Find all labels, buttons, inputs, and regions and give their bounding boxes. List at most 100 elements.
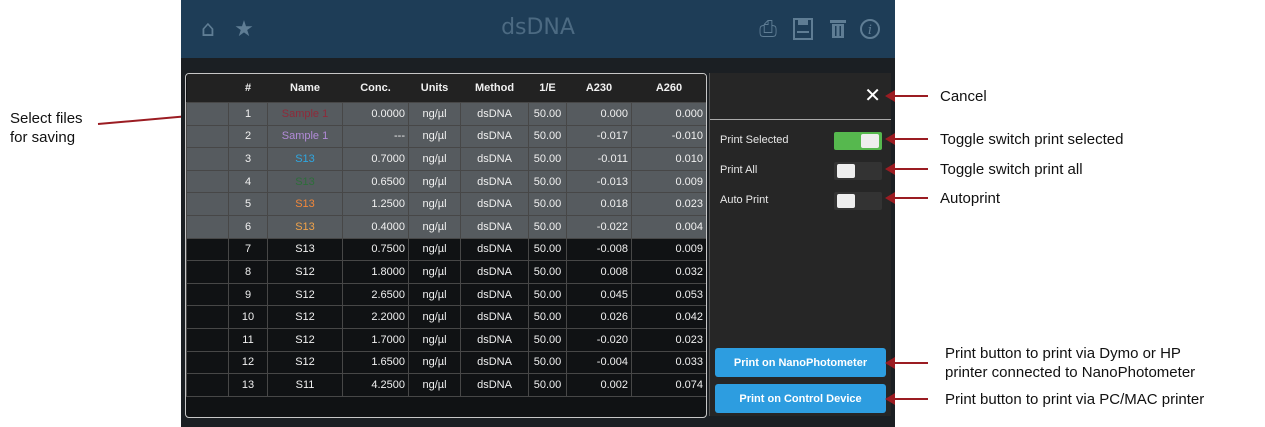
- cell-name: S12: [267, 350, 343, 375]
- cell-method: dsDNA: [460, 192, 529, 216]
- cell-a260: 0.010: [631, 147, 706, 171]
- save-icon[interactable]: [786, 12, 820, 46]
- print-selected-toggle[interactable]: [834, 132, 882, 150]
- arrow-cancel: [885, 90, 895, 102]
- table-row[interactable]: 12 S12 1.6500 ng/µl dsDNA 50.00 -0.004 0.033: [186, 350, 706, 375]
- row-select-cell[interactable]: [186, 350, 229, 375]
- print-icon[interactable]: ⎙: [751, 12, 785, 46]
- cell-inv_e: 50.00: [528, 237, 567, 262]
- cell-a260: -0.010: [631, 124, 706, 149]
- cell-a230: 0.002: [566, 373, 632, 397]
- cell-conc: 1.8000: [342, 260, 409, 284]
- cell-name: S12: [267, 260, 343, 284]
- cell-name: Sample 1: [267, 102, 343, 126]
- print-all-toggle[interactable]: [834, 162, 882, 180]
- row-select-cell[interactable]: [186, 327, 229, 352]
- cell-units: ng/µl: [408, 169, 461, 194]
- annotation-print-pc: Print button to print via PC/MAC printer: [945, 391, 1205, 408]
- cell-units: ng/µl: [408, 237, 461, 262]
- cell-conc: 0.7500: [342, 237, 409, 262]
- cell-num: 2: [228, 124, 268, 149]
- auto-print-toggle[interactable]: [834, 192, 882, 210]
- cell-name: S13: [267, 147, 343, 171]
- cell-num: 9: [228, 282, 268, 307]
- annotation-toggle-print-selected: Toggle switch print selected: [940, 131, 1124, 148]
- table-row[interactable]: 8 S12 1.8000 ng/µl dsDNA 50.00 0.008 0.032: [186, 260, 706, 284]
- row-select-cell[interactable]: [186, 102, 229, 126]
- print-on-nanophotometer-button[interactable]: Print on NanoPhotometer: [715, 348, 886, 377]
- arrow-print-pc: [885, 393, 895, 405]
- cell-inv_e: 50.00: [528, 124, 567, 149]
- cell-method: dsDNA: [460, 350, 529, 375]
- cell-method: dsDNA: [460, 214, 529, 239]
- arrow-print-selected: [885, 133, 895, 145]
- cell-num: 5: [228, 192, 268, 216]
- annotation-toggle-print-all: Toggle switch print all: [940, 161, 1083, 178]
- table-row[interactable]: 7 S13 0.7500 ng/µl dsDNA 50.00 -0.008 0.009: [186, 237, 706, 262]
- cell-num: 10: [228, 305, 268, 329]
- cell-a230: 0.026: [566, 305, 632, 329]
- row-select-cell[interactable]: [186, 214, 229, 239]
- row-select-cell[interactable]: [186, 169, 229, 194]
- close-icon[interactable]: ✕: [864, 83, 881, 107]
- cell-inv_e: 50.00: [528, 192, 567, 216]
- row-select-cell[interactable]: [186, 305, 229, 329]
- cell-num: 13: [228, 373, 268, 397]
- cell-a230: 0.000: [566, 102, 632, 126]
- table-row[interactable]: 1 Sample 1 0.0000 ng/µl dsDNA 50.00 0.000 0.000: [186, 102, 706, 126]
- table-row[interactable]: 2 Sample 1 --- ng/µl dsDNA 50.00 -0.017 -0.010: [186, 124, 706, 149]
- table-row[interactable]: 9 S12 2.6500 ng/µl dsDNA 50.00 0.045 0.053: [186, 282, 706, 307]
- column-header: Conc.: [342, 74, 409, 103]
- cell-a230: -0.004: [566, 350, 632, 375]
- cell-method: dsDNA: [460, 124, 529, 149]
- row-select-cell[interactable]: [186, 192, 229, 216]
- cell-conc: 4.2500: [342, 373, 409, 397]
- cell-a230: -0.013: [566, 169, 632, 194]
- cell-conc: 0.7000: [342, 147, 409, 171]
- print-all-label: Print All: [720, 164, 758, 176]
- cell-num: 8: [228, 260, 268, 284]
- trash-icon[interactable]: [821, 12, 855, 46]
- table-header-row: # Name Conc. Units Method 1/E A230 A260: [186, 74, 706, 103]
- table-row[interactable]: 6 S13 0.4000 ng/µl dsDNA 50.00 -0.022 0.004: [186, 214, 706, 239]
- cell-name: S13: [267, 169, 343, 194]
- cell-units: ng/µl: [408, 260, 461, 284]
- column-header: #: [228, 74, 268, 103]
- cell-a260: 0.000: [631, 102, 706, 126]
- cell-name: S13: [267, 237, 343, 262]
- row-select-cell[interactable]: [186, 260, 229, 284]
- cell-units: ng/µl: [408, 102, 461, 126]
- cell-num: 7: [228, 237, 268, 262]
- cell-units: ng/µl: [408, 327, 461, 352]
- table-row[interactable]: 11 S12 1.7000 ng/µl dsDNA 50.00 -0.020 0.023: [186, 327, 706, 352]
- cell-a260: 0.033: [631, 350, 706, 375]
- table-row[interactable]: 13 S11 4.2500 ng/µl dsDNA 50.00 0.002 0.074: [186, 373, 706, 397]
- cell-name: S13: [267, 214, 343, 239]
- row-select-cell[interactable]: [186, 282, 229, 307]
- cell-a260: 0.009: [631, 237, 706, 262]
- arrow-print-nano: [885, 357, 895, 369]
- auto-print-label: Auto Print: [720, 194, 769, 206]
- cell-units: ng/µl: [408, 373, 461, 397]
- row-select-cell[interactable]: [186, 237, 229, 262]
- table-row[interactable]: 10 S12 2.2000 ng/µl dsDNA 50.00 0.026 0.042: [186, 305, 706, 329]
- cell-inv_e: 50.00: [528, 282, 567, 307]
- cell-inv_e: 50.00: [528, 373, 567, 397]
- print-on-control-device-button[interactable]: Print on Control Device: [715, 384, 886, 413]
- cell-method: dsDNA: [460, 260, 529, 284]
- table-row[interactable]: 4 S13 0.6500 ng/µl dsDNA 50.00 -0.013 0.009: [186, 169, 706, 194]
- info-icon[interactable]: i: [853, 12, 887, 46]
- row-select-cell[interactable]: [186, 373, 229, 397]
- top-bar: ⌂ ★ dsDNA ⎙ i: [181, 0, 895, 58]
- row-select-cell[interactable]: [186, 124, 229, 149]
- cell-inv_e: 50.00: [528, 147, 567, 171]
- cell-units: ng/µl: [408, 192, 461, 216]
- cell-num: 12: [228, 350, 268, 375]
- table-row[interactable]: 3 S13 0.7000 ng/µl dsDNA 50.00 -0.011 0.010: [186, 147, 706, 171]
- cell-conc: 0.4000: [342, 214, 409, 239]
- row-select-cell[interactable]: [186, 147, 229, 171]
- table-row[interactable]: 5 S13 1.2500 ng/µl dsDNA 50.00 0.018 0.023: [186, 192, 706, 216]
- cell-a260: 0.032: [631, 260, 706, 284]
- cell-a260: 0.009: [631, 169, 706, 194]
- column-header: A230: [566, 74, 632, 103]
